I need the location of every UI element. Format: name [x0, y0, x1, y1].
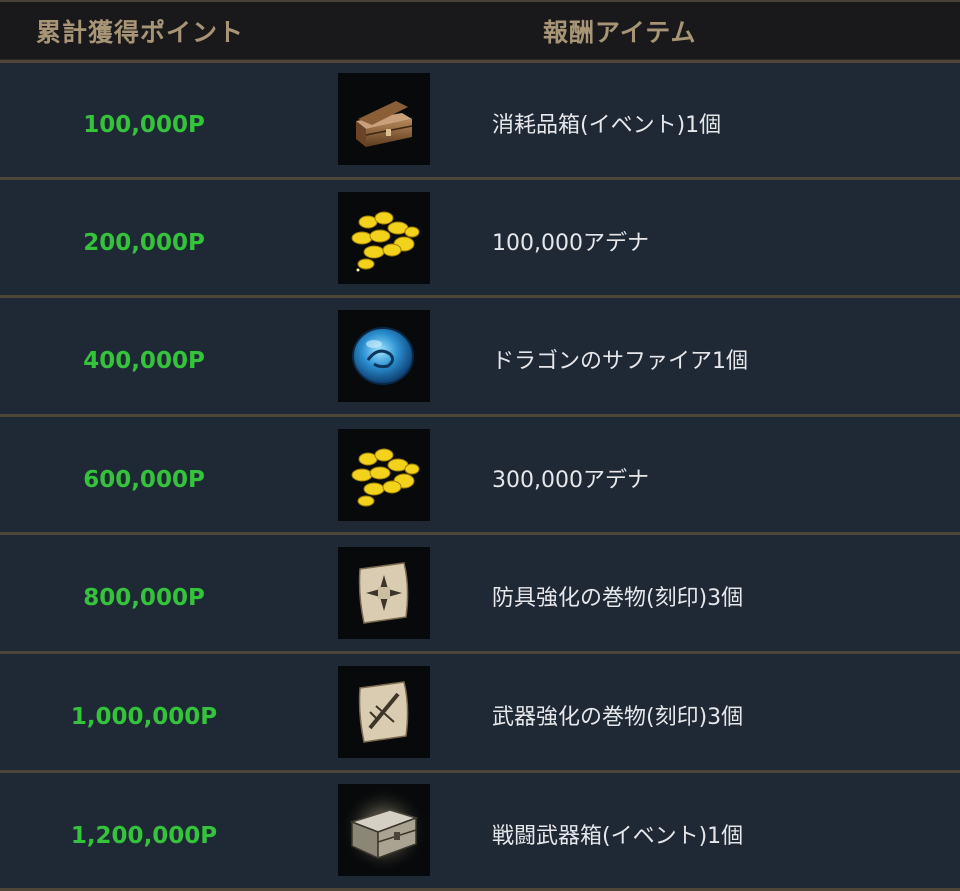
points-value: 1,200,000P: [70, 823, 218, 849]
armor-scroll-icon: [338, 547, 430, 639]
points-value: 800,000P: [83, 585, 205, 611]
points-value: 1,000,000P: [70, 704, 218, 730]
table-row: 800,000P 防具強化の巻物(刻印)3個: [0, 535, 960, 651]
reward-item-name: 戦闘武器箱(イベント)1個: [492, 824, 744, 849]
table-row: 400,000P ドラゴンのサファイア1個: [0, 298, 960, 414]
table-row: 100,000P 消耗品箱(イベント)1個: [0, 63, 960, 177]
points-value: 400,000P: [83, 348, 205, 374]
points-value: 100,000P: [83, 112, 205, 138]
gold-coins-icon: [338, 192, 430, 284]
reward-item-name: 100,000アデナ: [492, 231, 649, 256]
table-row: 600,000P 300,000アデナ: [0, 417, 960, 532]
points-value: 600,000P: [83, 467, 205, 493]
gold-coins-icon: [338, 429, 430, 521]
reward-item-name: ドラゴンのサファイア1個: [492, 349, 748, 374]
silver-chest-icon: [338, 784, 430, 876]
wooden-chest-icon: [338, 73, 430, 165]
reward-item-name: 防具強化の巻物(刻印)3個: [492, 586, 744, 611]
reward-item-name: 武器強化の巻物(刻印)3個: [492, 705, 744, 730]
table-row: 1,000,000P 武器強化の巻物(刻印)3個: [0, 654, 960, 770]
weapon-scroll-icon: [338, 666, 430, 758]
table-row: 1,200,000P 戦闘武器箱(イベント)1個: [0, 773, 960, 891]
reward-table: 累計獲得ポイント 報酬アイテム 100,000P 消耗品箱(イベント)1個 20…: [0, 0, 960, 891]
reward-item-name: 300,000アデナ: [492, 468, 649, 493]
table-row: 200,000P 100,000アデナ: [0, 180, 960, 295]
blue-sapphire-icon: [338, 310, 430, 402]
table-header: 累計獲得ポイント 報酬アイテム: [0, 0, 960, 60]
reward-item-name: 消耗品箱(イベント)1個: [492, 113, 722, 138]
header-reward: 報酬アイテム: [543, 18, 697, 47]
points-value: 200,000P: [83, 230, 205, 256]
header-points: 累計獲得ポイント: [36, 18, 245, 47]
